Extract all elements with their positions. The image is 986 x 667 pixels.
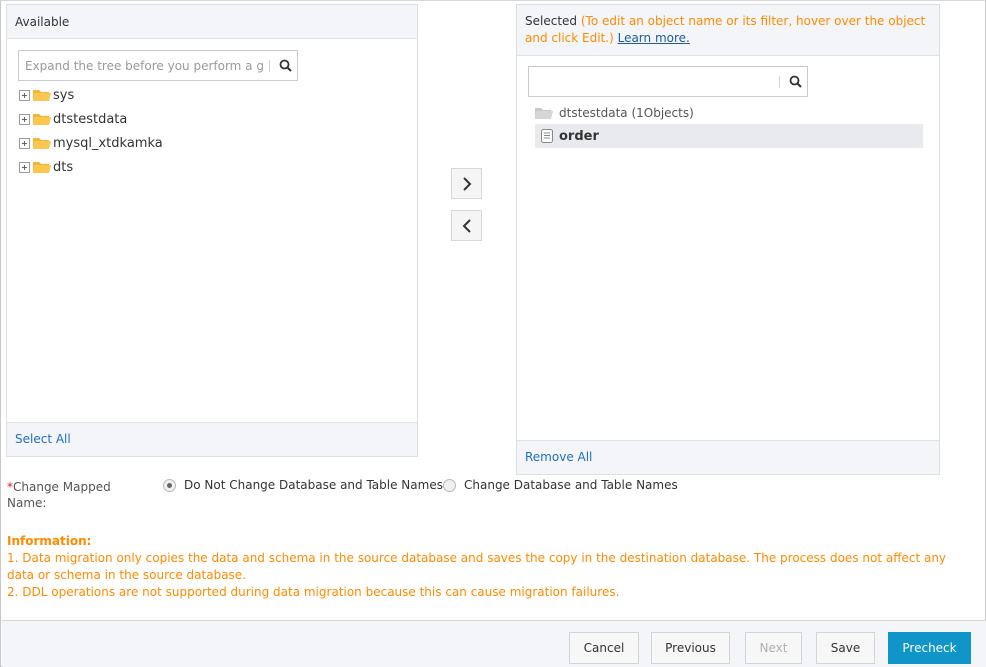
radio-do-not-change-names[interactable]: Do Not Change Database and Table Names (163, 478, 443, 492)
expand-icon[interactable] (19, 90, 30, 101)
selected-panel-footer: Remove All (517, 440, 939, 474)
radio-label: Change Database and Table Names (464, 478, 678, 492)
selected-table-label: order (559, 129, 599, 144)
move-left-button[interactable] (451, 210, 482, 241)
learn-more-link[interactable]: Learn more. (618, 31, 690, 45)
chevron-right-icon (462, 177, 472, 191)
tree-node-dtstestdata[interactable]: dtstestdata (19, 107, 163, 131)
remove-all-link[interactable]: Remove All (525, 450, 592, 464)
available-tree: sys dtstestdata mysql_xtdkamka (19, 83, 163, 179)
available-panel-header: Available (7, 5, 417, 39)
footer-bar: Cancel Previous Next Save Precheck (2, 620, 986, 667)
selected-search-box (528, 66, 808, 97)
search-divider (269, 60, 270, 72)
information-block: Information: 1. Data migration only copi… (7, 533, 947, 601)
folder-icon (33, 88, 51, 102)
search-icon (789, 75, 802, 88)
folder-icon (33, 160, 51, 174)
available-title: Available (15, 15, 69, 29)
radio-label: Do Not Change Database and Table Names (184, 478, 443, 492)
radio-change-names[interactable]: Change Database and Table Names (443, 478, 678, 492)
selected-database-label: dtstestdata (1Objects) (559, 106, 694, 120)
folder-icon (33, 112, 51, 126)
cancel-button[interactable]: Cancel (569, 632, 639, 664)
selected-hint: (To edit an object name or its filter, h… (525, 14, 925, 45)
tree-node-label: mysql_xtdkamka (53, 136, 163, 151)
save-button[interactable]: Save (816, 632, 875, 664)
folder-icon (535, 106, 553, 120)
available-search-box (18, 50, 298, 81)
selected-search-input[interactable] (529, 67, 779, 96)
selected-title: Selected (525, 14, 577, 28)
radio-unselected-icon (443, 479, 456, 492)
information-line: 2. DDL operations are not supported duri… (7, 584, 947, 601)
selected-search-button[interactable] (782, 67, 808, 96)
radio-selected-icon (163, 479, 176, 492)
dialog-frame: Available sys (0, 0, 986, 667)
tree-node-sys[interactable]: sys (19, 83, 163, 107)
move-right-button[interactable] (451, 168, 482, 199)
available-search-button[interactable] (272, 51, 298, 80)
table-icon (541, 129, 553, 143)
available-panel-footer: Select All (7, 422, 417, 456)
tree-node-label: sys (53, 88, 74, 103)
precheck-button[interactable]: Precheck (888, 632, 971, 664)
selected-panel-header: Selected (To edit an object name or its … (517, 5, 939, 56)
selected-database-node[interactable]: dtstestdata (1Objects) (535, 102, 923, 124)
next-button[interactable]: Next (745, 632, 802, 664)
available-panel: Available sys (6, 4, 418, 457)
selected-table-node[interactable]: order (535, 124, 923, 148)
expand-icon[interactable] (19, 138, 30, 149)
selected-panel: Selected (To edit an object name or its … (516, 4, 940, 475)
information-line: 1. Data migration only copies the data a… (7, 550, 947, 584)
tree-node-mysql-xtdkamka[interactable]: mysql_xtdkamka (19, 131, 163, 155)
tree-node-label: dts (53, 160, 73, 175)
selected-tree: dtstestdata (1Objects) order (535, 102, 923, 148)
tree-node-label: dtstestdata (53, 112, 127, 127)
select-all-link[interactable]: Select All (15, 432, 71, 446)
chevron-left-icon (462, 219, 472, 233)
available-search-input[interactable] (19, 51, 269, 80)
search-divider (779, 76, 780, 88)
folder-icon (33, 136, 51, 150)
previous-button[interactable]: Previous (651, 632, 730, 664)
expand-icon[interactable] (19, 114, 30, 125)
search-icon (279, 59, 292, 72)
tree-node-dts[interactable]: dts (19, 155, 163, 179)
change-mapped-name-label: *Change Mapped Name: (7, 479, 117, 511)
information-title: Information: (7, 533, 947, 550)
expand-icon[interactable] (19, 162, 30, 173)
